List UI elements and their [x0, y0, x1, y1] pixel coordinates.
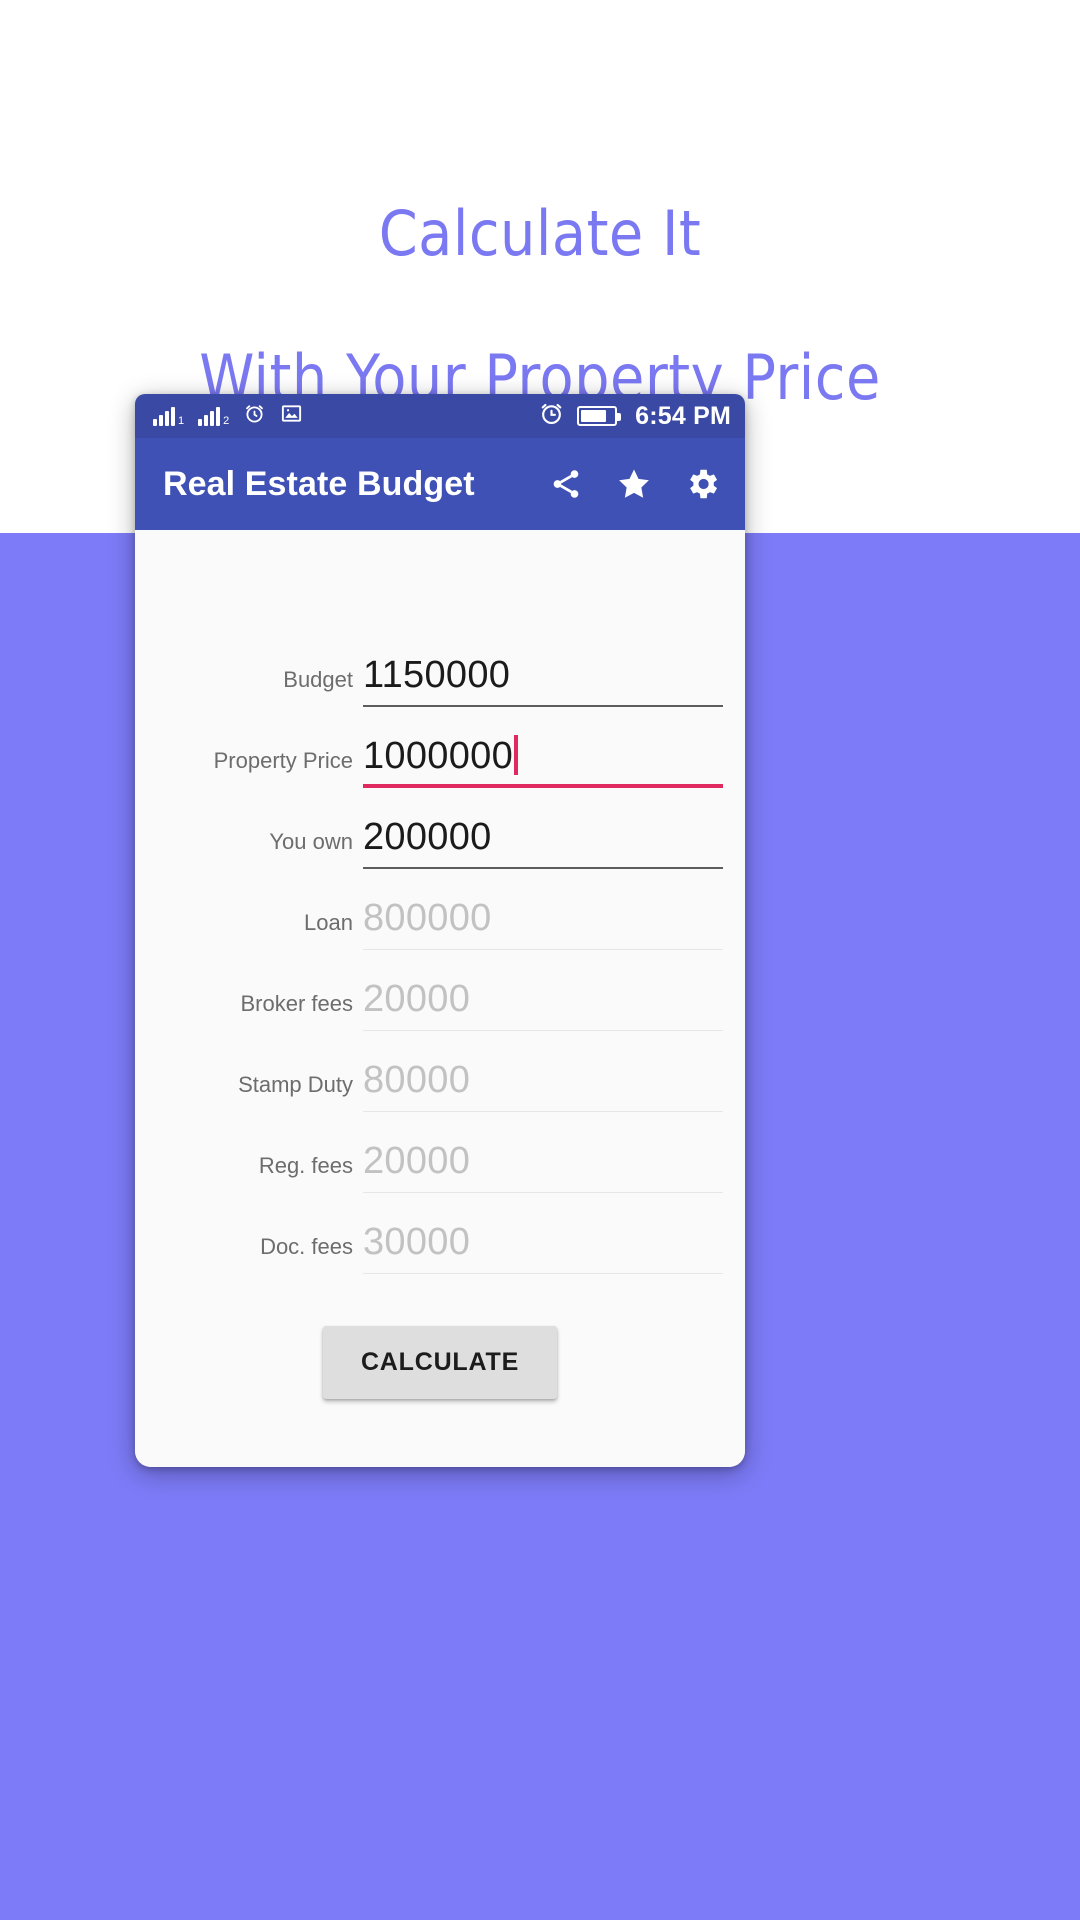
- field-input-budget[interactable]: 1150000: [363, 653, 723, 707]
- sim2-label: 2: [223, 415, 230, 427]
- phone-screenshot-card: 1 2 6:54 PM Real Estate Budget Budget 11…: [135, 394, 745, 1467]
- promo-headline-line-1: Calculate It: [378, 197, 702, 270]
- app-title: Real Estate Budget: [163, 464, 475, 503]
- field-input-doc-fees[interactable]: 30000: [363, 1220, 723, 1274]
- field-row-property-price[interactable]: Property Price 1000000: [157, 707, 723, 788]
- field-input-property-price[interactable]: 1000000: [363, 734, 723, 788]
- field-underline-you-own: [363, 867, 723, 869]
- field-value-stamp-duty: 80000: [363, 1059, 471, 1101]
- field-row-stamp-duty[interactable]: Stamp Duty 80000: [157, 1031, 723, 1112]
- field-underline-property-price: [363, 784, 723, 788]
- calculate-button[interactable]: CALCULATE: [322, 1326, 558, 1399]
- field-label-broker-fees: Broker fees: [240, 991, 354, 1016]
- share-button[interactable]: [545, 463, 587, 505]
- field-input-loan[interactable]: 800000: [363, 896, 723, 950]
- field-value-broker-fees: 20000: [363, 978, 471, 1020]
- field-input-you-own[interactable]: 200000: [363, 815, 723, 869]
- share-icon: [549, 467, 583, 501]
- calculate-button-wrap: CALCULATE: [157, 1326, 723, 1399]
- field-value-property-price: 1000000: [363, 734, 723, 778]
- field-input-stamp-duty[interactable]: 80000: [363, 1058, 723, 1112]
- app-bar: Real Estate Budget: [135, 438, 745, 530]
- battery-icon: [577, 406, 622, 426]
- image-icon: [280, 402, 303, 430]
- favorite-button[interactable]: [613, 463, 655, 505]
- signal-bars-sim1-icon: 1: [153, 406, 185, 427]
- status-bar-right: 6:54 PM: [538, 400, 731, 432]
- star-icon: [616, 466, 652, 502]
- alarm-icon: [538, 400, 565, 432]
- sim1-label: 1: [178, 415, 185, 427]
- settings-button[interactable]: [681, 463, 723, 505]
- field-underline-budget: [363, 705, 723, 707]
- budget-form: Budget 1150000 Property Price 1000000 Yo…: [135, 530, 745, 1467]
- field-value-you-own: 200000: [363, 816, 492, 858]
- field-input-reg-fees[interactable]: 20000: [363, 1139, 723, 1193]
- field-row-doc-fees[interactable]: Doc. fees 30000: [157, 1193, 723, 1274]
- field-label-reg-fees: Reg. fees: [258, 1153, 353, 1178]
- field-underline-reg-fees: [363, 1191, 723, 1193]
- field-label-budget: Budget: [283, 667, 353, 692]
- field-value-reg-fees: 20000: [363, 1140, 471, 1182]
- property-price-text: 1000000: [363, 735, 514, 777]
- field-underline-doc-fees: [363, 1272, 723, 1274]
- field-label-loan: Loan: [304, 910, 353, 935]
- field-value-budget: 1150000: [363, 654, 511, 696]
- alarm-icon: [243, 402, 266, 430]
- field-underline-stamp-duty: [363, 1110, 723, 1112]
- field-label-you-own: You own: [269, 829, 353, 854]
- field-value-loan: 800000: [363, 897, 492, 939]
- text-caret: [514, 735, 519, 775]
- signal-bars-sim2-icon: 2: [198, 406, 230, 427]
- status-bar-left: 1 2: [153, 402, 303, 430]
- app-bar-actions: [545, 463, 723, 505]
- field-row-budget[interactable]: Budget 1150000: [157, 626, 723, 707]
- field-label-stamp-duty: Stamp Duty: [238, 1072, 353, 1097]
- field-input-broker-fees[interactable]: 20000: [363, 977, 723, 1031]
- status-bar-clock: 6:54 PM: [635, 401, 731, 430]
- field-row-you-own[interactable]: You own 200000: [157, 788, 723, 869]
- status-bar: 1 2 6:54 PM: [135, 394, 745, 438]
- field-value-doc-fees: 30000: [363, 1221, 471, 1263]
- gear-icon: [683, 465, 721, 503]
- field-underline-broker-fees: [363, 1029, 723, 1031]
- field-label-doc-fees: Doc. fees: [260, 1234, 353, 1259]
- field-row-reg-fees[interactable]: Reg. fees 20000: [157, 1112, 723, 1193]
- field-underline-loan: [363, 948, 723, 950]
- field-label-property-price: Property Price: [213, 748, 353, 773]
- field-row-broker-fees[interactable]: Broker fees 20000: [157, 950, 723, 1031]
- field-row-loan[interactable]: Loan 800000: [157, 869, 723, 950]
